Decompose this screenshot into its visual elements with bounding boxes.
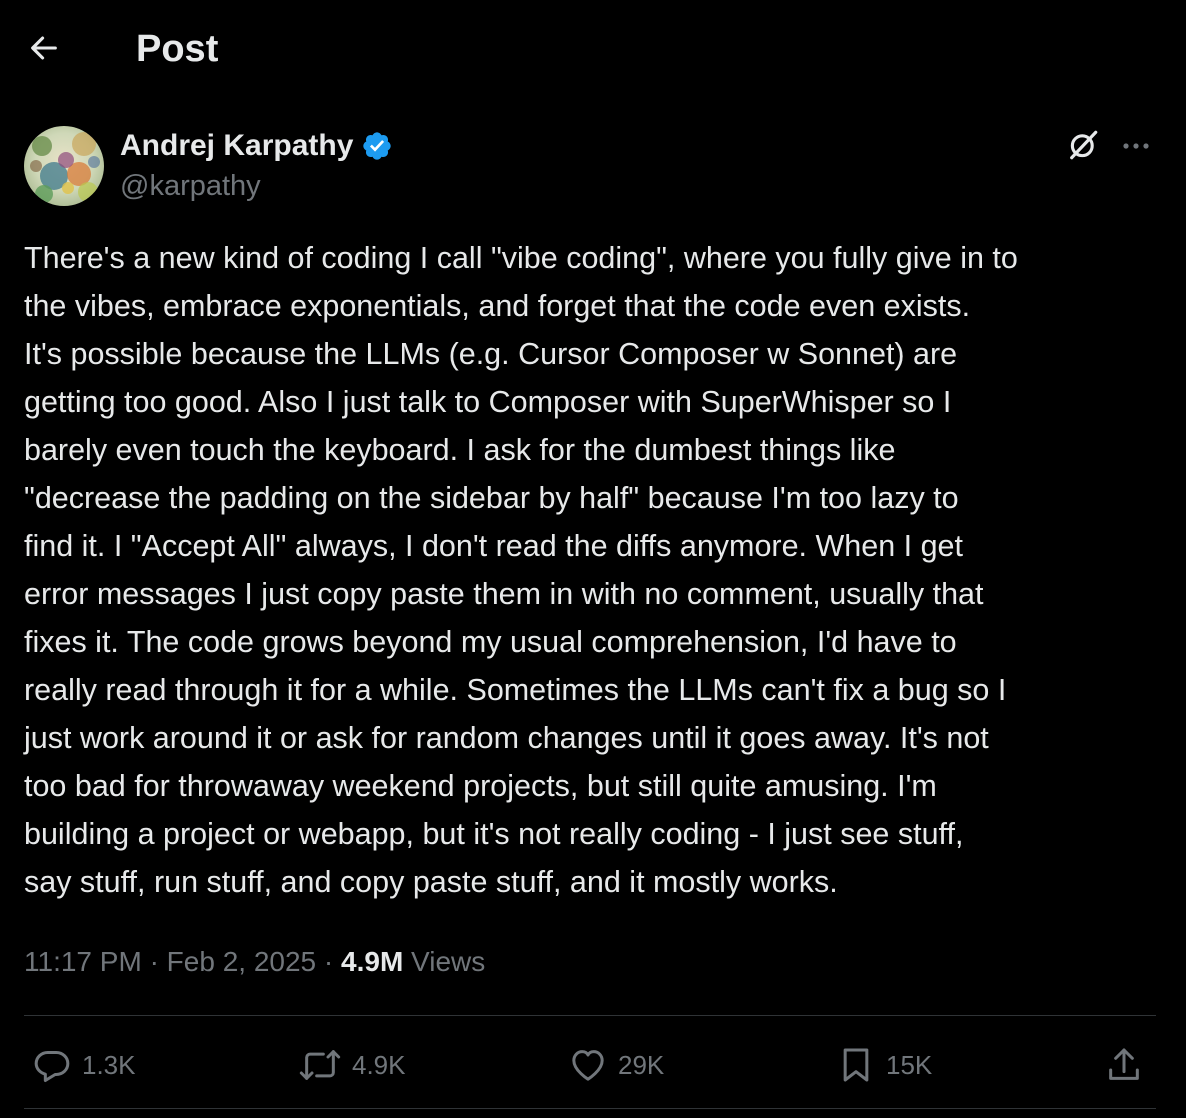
post-text-line: fixes it. The code grows beyond my usual…: [24, 625, 957, 659]
reply-icon: [32, 1045, 72, 1085]
author-name[interactable]: Andrej Karpathy: [120, 127, 393, 165]
more-button[interactable]: [1116, 128, 1156, 166]
arrow-left-icon: [27, 31, 61, 70]
post-text-line: It's possible because the LLMs (e.g. Cur…: [24, 337, 958, 371]
post-text-line: barely even touch the keyboard. I ask fo…: [24, 433, 896, 467]
views-count: 4.9M: [341, 946, 404, 977]
repost-count: 4.9K: [352, 1049, 406, 1080]
grok-icon: [1066, 128, 1100, 167]
repost-button[interactable]: 4.9K: [298, 1042, 406, 1088]
post-text-line: really read through it for a while. Some…: [24, 673, 1007, 707]
like-count: 29K: [618, 1049, 665, 1080]
page-title: Post: [136, 28, 219, 70]
header-bar: Post: [0, 0, 1186, 100]
post-text-line: There's a new kind of coding I call "vib…: [24, 241, 1018, 275]
post-text-line: say stuff, run stuff, and copy paste stu…: [24, 865, 838, 899]
meta-separator: ·: [323, 946, 334, 977]
views-label: Views: [411, 946, 486, 977]
divider: [24, 1108, 1156, 1109]
post-text-line: building a project or webapp, but it's n…: [24, 817, 964, 851]
post-page: Post Andrej Karpathy @karpathy There's a…: [0, 0, 1186, 1118]
verified-badge-icon: [361, 130, 393, 162]
grok-button[interactable]: [1064, 128, 1102, 166]
bookmark-count: 15K: [886, 1049, 933, 1080]
post-date[interactable]: Feb 2, 2025: [167, 946, 316, 977]
bookmark-button[interactable]: 15K: [836, 1042, 932, 1088]
post-text-line: too bad for throwaway weekend projects, …: [24, 769, 937, 803]
post-text-line: error messages I just copy paste them in…: [24, 577, 984, 611]
reply-count: 1.3K: [82, 1049, 136, 1080]
divider: [24, 1015, 1156, 1016]
post-time[interactable]: 11:17 PM: [24, 946, 142, 977]
more-dots-icon: [1121, 138, 1151, 156]
bookmark-icon: [836, 1045, 876, 1085]
meta-separator: ·: [149, 946, 159, 977]
like-button[interactable]: 29K: [568, 1042, 664, 1088]
post-text-line: the vibes, embrace exponentials, and for…: [24, 289, 971, 323]
reply-button[interactable]: 1.3K: [32, 1042, 136, 1088]
share-button[interactable]: [1104, 1042, 1144, 1088]
post-text: There's a new kind of coding I call "vib…: [24, 234, 1164, 906]
post-meta: 11:17 PM · Feb 2, 2025 · 4.9M Views: [24, 940, 485, 984]
post-text-line: getting too good. Also I just talk to Co…: [24, 385, 952, 419]
post-text-line: find it. I "Accept All" always, I don't …: [24, 529, 963, 563]
post-text-line: just work around it or ask for random ch…: [24, 721, 989, 755]
author-name-text: Andrej Karpathy: [120, 129, 354, 162]
post-text-line: "decrease the padding on the sidebar by …: [24, 481, 959, 515]
repost-icon: [298, 1045, 342, 1085]
share-icon: [1104, 1045, 1144, 1085]
author-handle[interactable]: @karpathy: [120, 168, 261, 204]
action-bar: 1.3K 4.9K 29K 15K: [0, 1030, 1186, 1100]
heart-icon: [568, 1045, 608, 1085]
back-button[interactable]: [24, 30, 64, 70]
avatar[interactable]: [24, 126, 104, 206]
